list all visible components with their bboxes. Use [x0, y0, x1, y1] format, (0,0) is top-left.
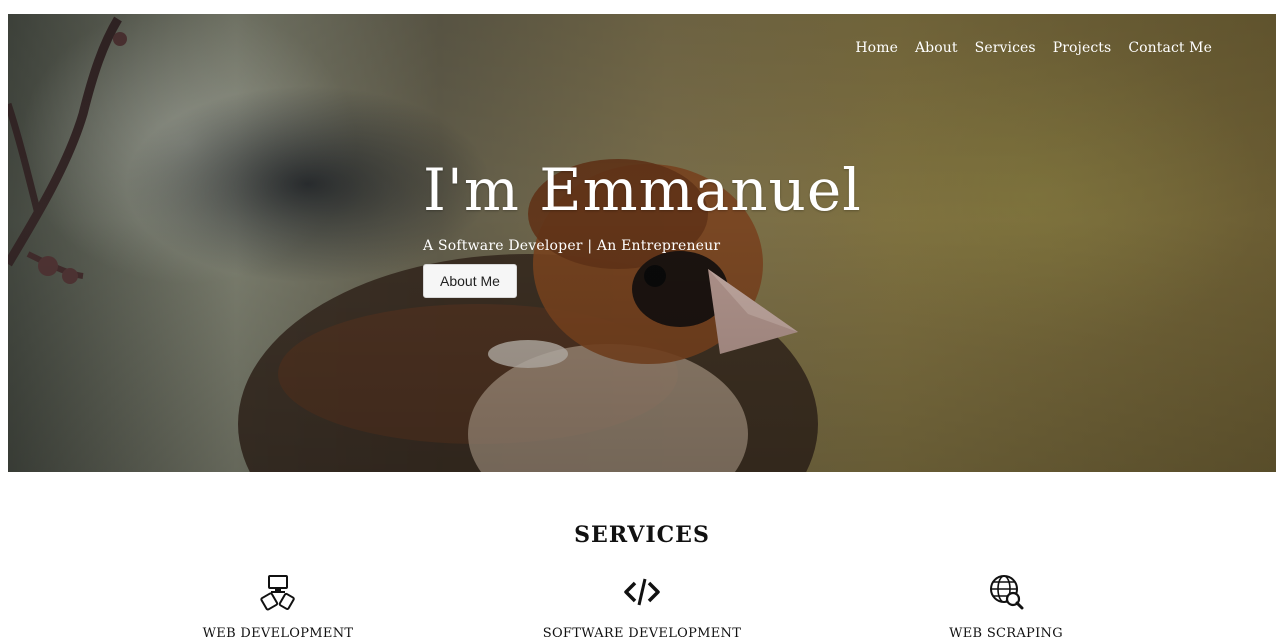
- nav-projects-link[interactable]: Projects: [1053, 40, 1112, 56]
- devices-icon: [260, 575, 295, 611]
- hero-subtitle: A Software Developer | An Entrepreneur: [423, 238, 721, 254]
- main-navigation: Home About Services Projects Contact Me: [855, 40, 1212, 56]
- service-label: WEB SCRAPING: [949, 626, 1063, 638]
- service-web-scraping: WEB SCRAPING: [856, 572, 1156, 638]
- hero-banner: Home About Services Projects Contact Me …: [8, 14, 1276, 472]
- page: Home About Services Projects Contact Me …: [0, 0, 1284, 638]
- nav-about-link[interactable]: About: [915, 40, 958, 56]
- hero-content: I'm Emmanuel A Software Developer | An E…: [423, 154, 862, 298]
- nav-contact-link[interactable]: Contact Me: [1128, 40, 1212, 56]
- service-software-development: SOFTWARE DEVELOPMENT: [492, 572, 792, 638]
- globe-search-icon: [990, 575, 1024, 610]
- nav-services-link[interactable]: Services: [975, 40, 1036, 56]
- service-label: SOFTWARE DEVELOPMENT: [542, 626, 742, 638]
- services-heading: SERVICES: [574, 522, 710, 548]
- code-icon: [624, 578, 660, 606]
- hero-title: I'm Emmanuel: [423, 156, 862, 224]
- service-label: WEB DEVELOPMENT: [202, 626, 354, 638]
- about-me-button[interactable]: About Me: [423, 264, 517, 298]
- service-web-development: WEB DEVELOPMENT: [128, 572, 428, 638]
- nav-home-link[interactable]: Home: [855, 40, 898, 56]
